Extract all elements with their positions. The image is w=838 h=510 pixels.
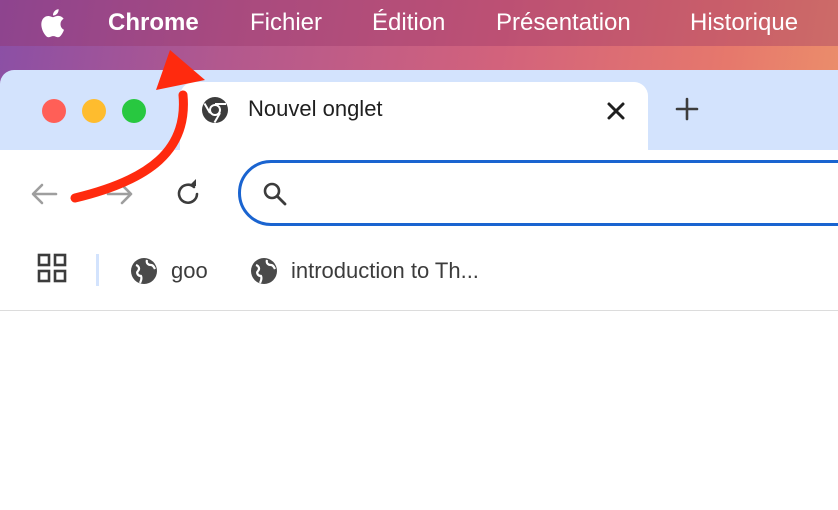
arrow-right-icon[interactable] [102,177,136,211]
menu-fichier[interactable]: Fichier [250,6,322,40]
page-content [0,310,838,510]
window-zoom-button[interactable] [122,99,146,123]
address-input[interactable] [303,173,827,215]
search-icon [263,182,287,206]
close-icon[interactable] [601,96,631,126]
apps-grid-icon[interactable] [35,251,69,285]
bookmarks-divider [96,254,99,286]
globe-icon [251,258,277,284]
browser-window: Nouvel onglet goo introduction to Th... [0,70,838,510]
bookmark-label: goo [171,258,208,283]
menu-chrome[interactable]: Chrome [108,6,199,40]
menu-bar: Chrome Fichier Édition Présentation Hist… [0,0,838,46]
menu-historique[interactable]: Historique [690,6,798,40]
bookmark-label: introduction to Th... [291,258,479,283]
globe-icon [131,258,157,284]
address-bar[interactable] [238,160,838,226]
menu-edition[interactable]: Édition [372,6,445,40]
apple-logo-icon[interactable] [38,5,70,41]
arrow-left-icon[interactable] [28,177,62,211]
tab-title: Nouvel onglet [248,96,383,121]
window-minimize-button[interactable] [82,99,106,123]
browser-toolbar: goo introduction to Th... [0,150,838,310]
chrome-logo-icon [202,97,228,124]
window-close-button[interactable] [42,99,66,123]
plus-icon[interactable] [672,94,702,124]
menu-presentation[interactable]: Présentation [496,6,631,40]
reload-icon[interactable] [171,177,205,211]
